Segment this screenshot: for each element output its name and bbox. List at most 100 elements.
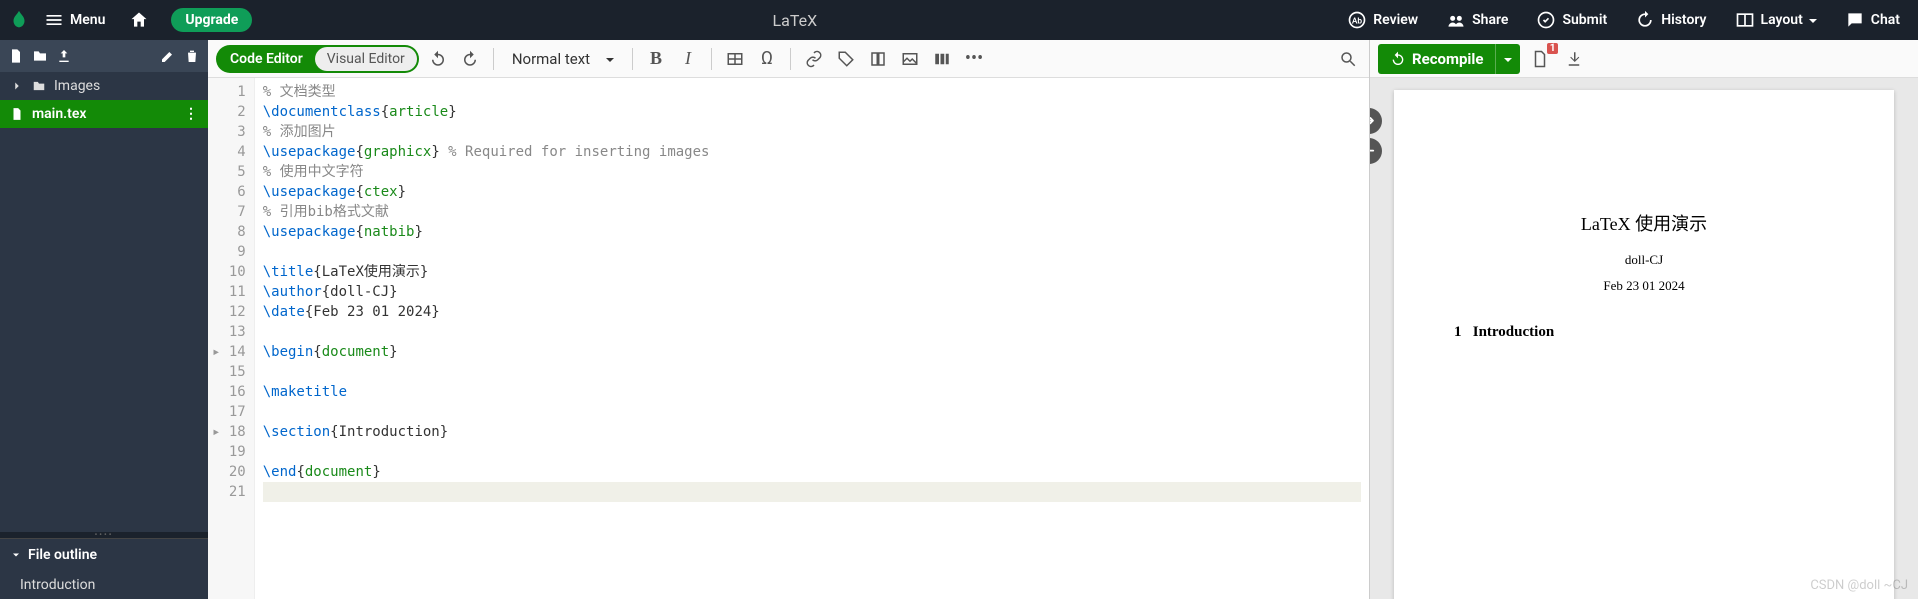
hamburger-icon (44, 10, 64, 30)
cite-button[interactable] (833, 46, 859, 72)
tag-icon (837, 50, 855, 68)
redo-icon (461, 50, 479, 68)
preview-body[interactable]: ➜ ➜ LaTeX 使用演示 doll-CJ Feb 23 01 2024 1 … (1370, 78, 1918, 599)
chat-button[interactable]: Chat (1835, 4, 1910, 36)
new-file-icon[interactable] (8, 48, 24, 64)
share-label: Share (1472, 12, 1508, 28)
menu-button[interactable]: Menu (34, 4, 115, 36)
chevron-down-icon (1809, 19, 1817, 27)
bold-button[interactable]: B (643, 46, 669, 72)
file-label: main.tex (32, 106, 86, 122)
ref-button[interactable] (865, 46, 891, 72)
history-icon (1635, 10, 1655, 30)
pdf-date: Feb 23 01 2024 (1454, 278, 1834, 294)
math-button[interactable]: Ω (754, 46, 780, 72)
outline-item-introduction[interactable]: Introduction (0, 571, 208, 599)
editor-column: Code Editor Visual Editor Normal text B … (208, 40, 1370, 599)
section-num: 1 (1454, 324, 1462, 340)
project-title: LaTeX (252, 11, 1337, 30)
watermark: CSDN @doll ~CJ (1810, 578, 1908, 593)
logs-badge: 1 (1547, 43, 1559, 54)
table-button[interactable] (722, 46, 748, 72)
outline-header-label: File outline (28, 547, 97, 563)
expand-left-button[interactable]: ➜ (1370, 138, 1382, 164)
share-button[interactable]: Share (1436, 4, 1518, 36)
more-button[interactable]: ••• (961, 46, 987, 72)
layout-button[interactable]: Layout (1725, 4, 1827, 36)
download-icon (1565, 50, 1583, 68)
preview-column: Recompile 1 ➜ ➜ LaTeX 使用演示 doll-CJ Feb 2… (1370, 40, 1918, 599)
file-icon (10, 107, 24, 121)
outline-header[interactable]: File outline (0, 538, 208, 571)
pdf-section: 1 Introduction (1454, 324, 1834, 341)
chevron-right-icon (10, 79, 24, 93)
chevron-down-icon (606, 58, 614, 66)
chevron-down-icon (10, 549, 22, 561)
redo-button[interactable] (457, 46, 483, 72)
recompile-label: Recompile (1412, 50, 1483, 68)
sidebar: Images main.tex ⋮ •••• File outline Intr… (0, 40, 208, 599)
link-icon (805, 50, 823, 68)
search-icon (1339, 50, 1357, 68)
recompile-dropdown[interactable] (1495, 44, 1520, 74)
review-button[interactable]: Ab Review (1337, 4, 1428, 36)
top-bar: Menu Upgrade LaTeX Ab Review Share Submit… (0, 0, 1918, 40)
folder-icon (32, 79, 46, 93)
review-label: Review (1373, 12, 1418, 28)
submit-button[interactable]: Submit (1526, 4, 1617, 36)
upgrade-button[interactable]: Upgrade (171, 8, 252, 32)
code-lines[interactable]: % 文档类型\documentclass{article}% 添加图片\usep… (255, 78, 1369, 599)
submit-icon (1536, 10, 1556, 30)
history-label: History (1661, 12, 1706, 28)
home-icon (129, 10, 149, 30)
pdf-author: doll-CJ (1454, 252, 1834, 268)
overleaf-logo-icon (8, 9, 30, 31)
undo-button[interactable] (425, 46, 451, 72)
review-icon: Ab (1347, 10, 1367, 30)
chevron-down-icon (1504, 58, 1512, 66)
pdf-title: LaTeX 使用演示 (1454, 210, 1834, 236)
section-title: Introduction (1473, 324, 1554, 340)
format-select[interactable]: Normal text (504, 46, 622, 72)
expand-right-button[interactable]: ➜ (1370, 108, 1382, 134)
folder-images[interactable]: Images (0, 72, 208, 100)
editor-toolbar: Code Editor Visual Editor Normal text B … (208, 40, 1369, 78)
pdf-page: LaTeX 使用演示 doll-CJ Feb 23 01 2024 1 Intr… (1394, 90, 1894, 599)
file-toolbar (0, 40, 208, 72)
file-menu-button[interactable]: ⋮ (184, 106, 198, 122)
preview-toolbar: Recompile 1 (1370, 40, 1918, 78)
history-button[interactable]: History (1625, 4, 1716, 36)
editor-mode-toggle[interactable]: Code Editor Visual Editor (216, 45, 419, 73)
svg-text:Ab: Ab (1352, 16, 1363, 26)
book-icon (869, 50, 887, 68)
link-button[interactable] (801, 46, 827, 72)
image-icon (901, 50, 919, 68)
code-editor[interactable]: 12345678910111213▸ 14151617▸ 18192021 % … (208, 78, 1369, 599)
file-tree: Images main.tex ⋮ (0, 72, 208, 532)
chat-label: Chat (1871, 12, 1900, 28)
mode-visual[interactable]: Visual Editor (315, 47, 417, 71)
mode-code[interactable]: Code Editor (218, 47, 315, 71)
submit-label: Submit (1562, 12, 1607, 28)
layout-label: Layout (1761, 12, 1803, 28)
share-icon (1446, 10, 1466, 30)
layout-icon (1735, 10, 1755, 30)
search-button[interactable] (1335, 46, 1361, 72)
logs-button[interactable]: 1 (1526, 45, 1554, 73)
format-select-label: Normal text (512, 50, 590, 68)
home-button[interactable] (119, 4, 159, 36)
file-main-tex[interactable]: main.tex ⋮ (0, 100, 208, 128)
rename-icon[interactable] (160, 48, 176, 64)
upload-icon[interactable] (56, 48, 72, 64)
italic-button[interactable]: I (675, 46, 701, 72)
recompile-button[interactable]: Recompile (1378, 44, 1520, 74)
columns-icon (933, 50, 951, 68)
recompile-icon (1390, 51, 1406, 67)
delete-icon[interactable] (184, 48, 200, 64)
download-button[interactable] (1560, 45, 1588, 73)
table-icon (726, 50, 744, 68)
image-button[interactable] (897, 46, 923, 72)
gutter: 12345678910111213▸ 14151617▸ 18192021 (208, 78, 255, 599)
figure-button[interactable] (929, 46, 955, 72)
new-folder-icon[interactable] (32, 48, 48, 64)
